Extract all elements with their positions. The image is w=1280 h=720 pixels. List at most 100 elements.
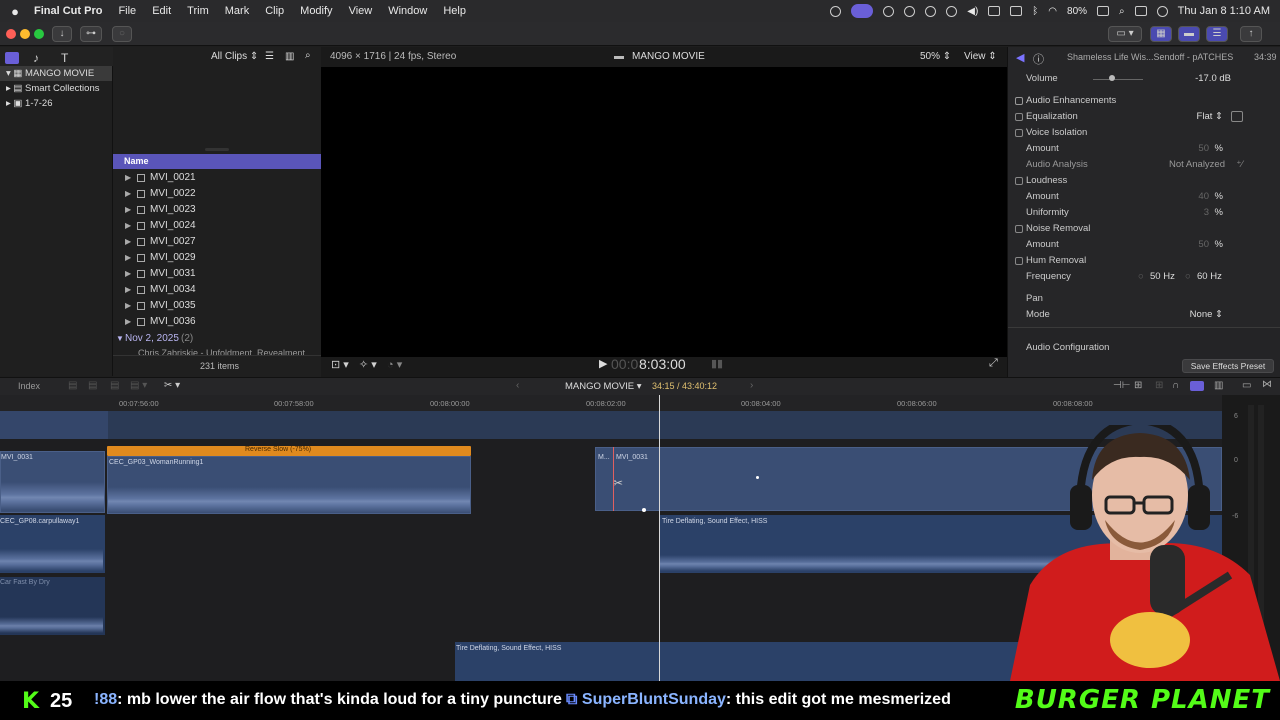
equalization-checkbox[interactable] <box>1015 113 1023 121</box>
effects-browser-icon[interactable]: ⋈ <box>1262 379 1272 390</box>
transform-icon[interactable]: ⊡ ▾ <box>331 358 349 371</box>
list-item[interactable]: ▶ MVI_0035 <box>113 298 321 314</box>
timeline-clip[interactable]: CEC_GP03_WomanRunning1 <box>107 456 471 514</box>
menu-modify[interactable]: Modify <box>292 5 340 17</box>
snapping-icon[interactable]: ▥ <box>1214 380 1223 391</box>
video-canvas[interactable] <box>321 67 1007 357</box>
status-icon[interactable] <box>883 5 895 17</box>
clip-appearance-icon[interactable]: ▥ <box>285 51 294 62</box>
headphones-icon[interactable]: ∩ <box>1172 380 1179 391</box>
menu-help[interactable]: Help <box>435 5 474 17</box>
speed-icon[interactable]: ◔ ▾ <box>387 358 402 371</box>
menu-clip[interactable]: Clip <box>257 5 292 17</box>
status-icon[interactable] <box>904 5 916 17</box>
index-button[interactable]: Index <box>18 381 40 391</box>
playhead[interactable] <box>659 395 660 681</box>
close-window-button[interactable] <box>6 29 16 39</box>
list-item[interactable]: ▶ MVI_0036 <box>113 314 321 330</box>
forward-arrow-icon[interactable]: › <box>750 380 753 391</box>
overwrite-clip-icon[interactable]: ▤ ▾ <box>130 380 147 391</box>
screen-record-icon[interactable] <box>851 4 874 18</box>
volume-slider-knob[interactable] <box>1109 75 1115 81</box>
list-item[interactable]: ▶ MVI_0031 <box>113 266 321 282</box>
clock[interactable]: Thu Jan 8 1:10 AM <box>1178 5 1270 17</box>
voice-isolation-checkbox[interactable] <box>1015 129 1023 137</box>
menu-edit[interactable]: Edit <box>144 5 179 17</box>
apple-menu-icon[interactable]: ● <box>0 4 30 19</box>
group-header[interactable]: ▼ Nov 2, 2025 (2) <box>113 331 321 347</box>
list-item[interactable]: ▶ MVI_0023 <box>113 202 321 218</box>
control-center-icon[interactable] <box>1134 6 1147 16</box>
browser-toggle-icon[interactable]: ▦ <box>1150 26 1172 42</box>
noise-removal-checkbox[interactable] <box>1015 225 1023 233</box>
magic-wand-icon[interactable]: ⁺⁄ <box>1236 157 1243 173</box>
battery-icon[interactable] <box>1097 6 1110 16</box>
menu-trim[interactable]: Trim <box>179 5 217 17</box>
background-tasks-icon[interactable]: ○ <box>112 26 132 42</box>
audio-skimming-icon[interactable]: ⊞ <box>1155 380 1163 391</box>
minimize-window-button[interactable] <box>20 29 30 39</box>
loudness-checkbox[interactable] <box>1015 177 1023 185</box>
library-item-event[interactable]: ▸ ▣ 1-7-26 <box>0 96 112 111</box>
save-effects-preset-button[interactable]: Save Effects Preset <box>1182 359 1274 373</box>
filmstrip-resize-handle[interactable] <box>205 148 229 151</box>
timeline-ruler[interactable]: 00:07:56:00 00:07:58:00 00:08:00:00 00:0… <box>0 395 1222 411</box>
photos-audio-icon[interactable]: ♪ <box>33 51 39 65</box>
timeline-clip[interactable]: CEC_GP08.carpullaway1 <box>0 515 105 573</box>
volume-icon[interactable]: ◀) <box>967 6 978 17</box>
list-item[interactable]: ▶ MVI_0021 <box>113 170 321 186</box>
keyframe[interactable] <box>756 476 759 479</box>
play-icon[interactable] <box>925 5 937 17</box>
retime-bar[interactable]: Reverse Slow (-75%) <box>107 446 471 456</box>
menu-view[interactable]: View <box>341 5 381 17</box>
eq-graph-icon[interactable] <box>1231 111 1243 122</box>
keyframe[interactable] <box>642 508 646 512</box>
audio-meter-icon[interactable]: ▮▮ <box>711 357 723 370</box>
clip-filter-dropdown[interactable]: All Clips ⇕ <box>211 51 258 62</box>
libraries-icon[interactable] <box>5 52 19 64</box>
timecode[interactable]: 8:03:00 <box>639 356 686 372</box>
timeline-clip[interactable]: Car Fast By Dry <box>0 577 105 635</box>
zoom-dropdown[interactable]: 50% ⇕ <box>920 51 951 62</box>
list-item[interactable]: ▶ MVI_0034 <box>113 282 321 298</box>
info-tab-icon[interactable]: ⓘ <box>1033 51 1044 67</box>
pan-section[interactable]: Pan <box>1008 291 1280 307</box>
menu-window[interactable]: Window <box>380 5 435 17</box>
clip-appearance-icon[interactable]: ▭ <box>1242 380 1251 391</box>
append-clip-icon[interactable]: ▤ <box>110 380 119 391</box>
timeline-toggle-icon[interactable]: ▬ <box>1178 26 1200 42</box>
timeline-clip[interactable]: MVI_0031 <box>0 451 105 513</box>
keyword-icon[interactable]: ⊶ <box>80 26 102 42</box>
equalization-dropdown[interactable]: Flat ⇕ <box>1197 109 1223 125</box>
hum-removal-checkbox[interactable] <box>1015 257 1023 265</box>
clip-thumbnail[interactable] <box>0 411 108 439</box>
status-icon[interactable] <box>946 5 958 17</box>
search-icon[interactable]: ⌕ <box>305 50 311 61</box>
play-button[interactable]: ▶ <box>599 357 607 370</box>
volume-slider[interactable] <box>1093 79 1143 80</box>
display-icon[interactable] <box>1010 6 1023 16</box>
skimming-icon[interactable]: ⊞ <box>1134 380 1142 391</box>
menu-mark[interactable]: Mark <box>217 5 257 17</box>
list-item[interactable]: ▶ MVI_0022 <box>113 186 321 202</box>
wifi-icon[interactable]: ◠ <box>1048 6 1057 17</box>
workspace-icon[interactable]: ▭ ▾ <box>1108 26 1142 42</box>
status-icon[interactable] <box>988 6 1001 16</box>
list-item[interactable]: Chris Zabriskie - Unfoldment, Revealment <box>113 347 321 355</box>
library-item-smart-collections[interactable]: ▸ ▤ Smart Collections <box>0 81 112 96</box>
inspector-toggle-icon[interactable]: ☰ <box>1206 26 1228 42</box>
frequency-60-radio[interactable]: 60 Hz <box>1197 269 1222 285</box>
list-item[interactable]: ▶ MVI_0027 <box>113 234 321 250</box>
view-dropdown[interactable]: View ⇕ <box>964 51 997 62</box>
column-header-name[interactable]: Name <box>113 154 321 169</box>
zoom-to-fit-icon[interactable]: ⊣⊢ <box>1113 380 1130 391</box>
audio-configuration-label[interactable]: Audio Configuration <box>1026 342 1109 353</box>
bluetooth-icon[interactable]: ᛒ <box>1032 6 1038 17</box>
frequency-50-radio[interactable]: 50 Hz <box>1150 269 1175 285</box>
connect-clip-icon[interactable]: ▤ <box>68 380 77 391</box>
import-icon[interactable]: ↓ <box>52 26 72 42</box>
search-icon[interactable]: ⌕ <box>1119 6 1125 17</box>
back-arrow-icon[interactable]: ‹ <box>516 380 519 391</box>
insert-clip-icon[interactable]: ▤ <box>88 380 97 391</box>
zoom-window-button[interactable] <box>34 29 44 39</box>
